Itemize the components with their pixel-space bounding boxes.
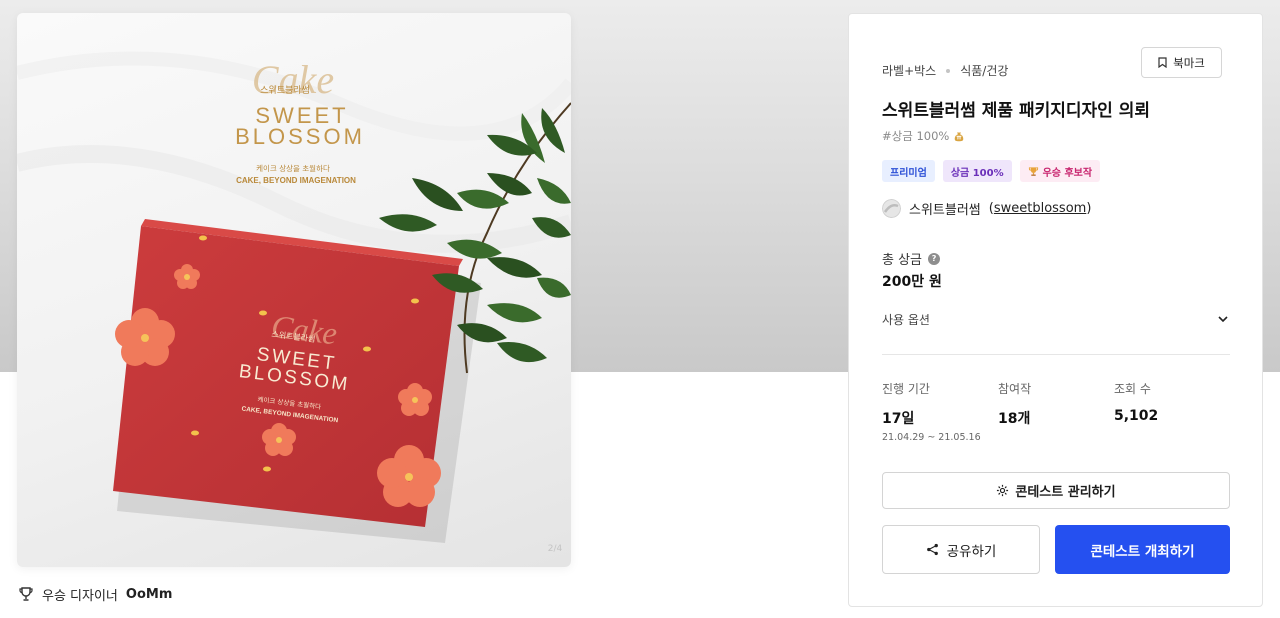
- stat-entries-label: 참여작: [998, 382, 1032, 396]
- usage-options-toggle[interactable]: 사용 옵션: [882, 308, 1230, 330]
- trophy-icon: [19, 587, 33, 601]
- badge-prize-full: 상금 100%: [942, 160, 1012, 182]
- prize-tag: #상금 100% ₩: [882, 128, 965, 144]
- svg-text:₩: ₩: [957, 136, 962, 142]
- prize-tag-text: #상금 100%: [882, 129, 950, 143]
- badge-premium: 프리미엄: [882, 160, 935, 182]
- usage-options-label: 사용 옵션: [882, 312, 930, 327]
- badge-winner-candidate: 우승 후보작: [1019, 160, 1101, 182]
- manage-contest-label: 콘테스트 관리하기: [1015, 485, 1116, 500]
- avatar: [882, 199, 901, 218]
- stat-views-value: 5,102: [1114, 408, 1159, 424]
- stat-entries-value: 18개: [998, 411, 1031, 427]
- product-image[interactable]: Cake 스위트블라썸 SWEET BLOSSOM 케이크 상상을 초월하다 C…: [17, 13, 571, 567]
- gear-icon: [997, 484, 1009, 497]
- designer-prefix: 우승 디자이너: [42, 588, 118, 604]
- bookmark-icon: [1158, 57, 1167, 68]
- share-icon: [926, 543, 938, 556]
- trophy-icon: [1028, 166, 1038, 176]
- top-brand-text: 스위트블라썸: [260, 85, 310, 96]
- category-breadcrumb: 라벨+박스 식품/건강: [882, 62, 1008, 79]
- winner-designer: 우승 디자이너 OoMm: [18, 584, 172, 604]
- host-contest-button[interactable]: 콘테스트 개최하기: [1055, 525, 1230, 574]
- contest-info-panel: 라벨+박스 식품/건강 북마크 스위트블러썸 제품 패키지디자인 의뢰 #상금 …: [848, 13, 1263, 607]
- share-button[interactable]: 공유하기: [882, 525, 1040, 574]
- bookmark-button[interactable]: 북마크: [1141, 47, 1222, 78]
- stat-duration-label: 진행 기간: [882, 382, 930, 396]
- category-sub[interactable]: 식품/건강: [960, 62, 1008, 79]
- badge-winner-candidate-label: 우승 후보작: [1042, 167, 1093, 179]
- stat-duration-range: 21.04.29 ~ 21.05.16: [882, 432, 981, 443]
- owner-handle-link[interactable]: sweetblossom: [994, 201, 1086, 216]
- contest-badges: 프리미엄 상금 100% 우승 후보작: [882, 160, 1101, 182]
- divider: [882, 354, 1230, 355]
- total-prize-value: 200만 원: [882, 274, 942, 290]
- manage-contest-button[interactable]: 콘테스트 관리하기: [882, 472, 1230, 509]
- contest-title: 스위트블러썸 제품 패키지디자인 의뢰: [882, 101, 1150, 121]
- breadcrumb-separator: [946, 68, 951, 73]
- top-tagline-ko: 케이크 상상을 초월하다: [256, 163, 330, 173]
- top-tagline-en: CAKE, BEYOND IMAGENATION: [236, 176, 356, 185]
- designer-name[interactable]: OoMm: [126, 587, 172, 602]
- contest-stats: 진행 기간 17일 21.04.29 ~ 21.05.16 참여작 18개 조회…: [882, 380, 1230, 443]
- stat-duration-value: 17일: [882, 411, 915, 427]
- contest-owner: 스위트블러썸 (sweetblossom): [882, 199, 1091, 218]
- product-illustration: Cake 스위트블라썸 SWEET BLOSSOM 케이크 상상을 초월하다 C…: [17, 51, 571, 554]
- owner-name: 스위트블러썸: [909, 203, 981, 218]
- stat-views-label: 조회 수: [1114, 382, 1151, 396]
- share-label: 공유하기: [946, 543, 997, 560]
- top-blossom-text: BLOSSOM: [235, 124, 365, 149]
- money-bag-icon: ₩: [955, 132, 964, 142]
- category-main[interactable]: 라벨+박스: [882, 62, 936, 79]
- stat-entries: 참여작 18개: [998, 380, 1114, 443]
- bookmark-label: 북마크: [1173, 55, 1205, 70]
- image-watermark: 2/4: [548, 544, 563, 554]
- chevron-down-icon: [1218, 316, 1228, 323]
- stat-views: 조회 수 5,102: [1114, 380, 1230, 443]
- help-icon[interactable]: ?: [928, 252, 941, 265]
- total-prize-label: 총 상금 ?: [882, 249, 941, 268]
- stat-duration: 진행 기간 17일 21.04.29 ~ 21.05.16: [882, 380, 998, 443]
- total-prize-label-text: 총 상금: [882, 253, 923, 268]
